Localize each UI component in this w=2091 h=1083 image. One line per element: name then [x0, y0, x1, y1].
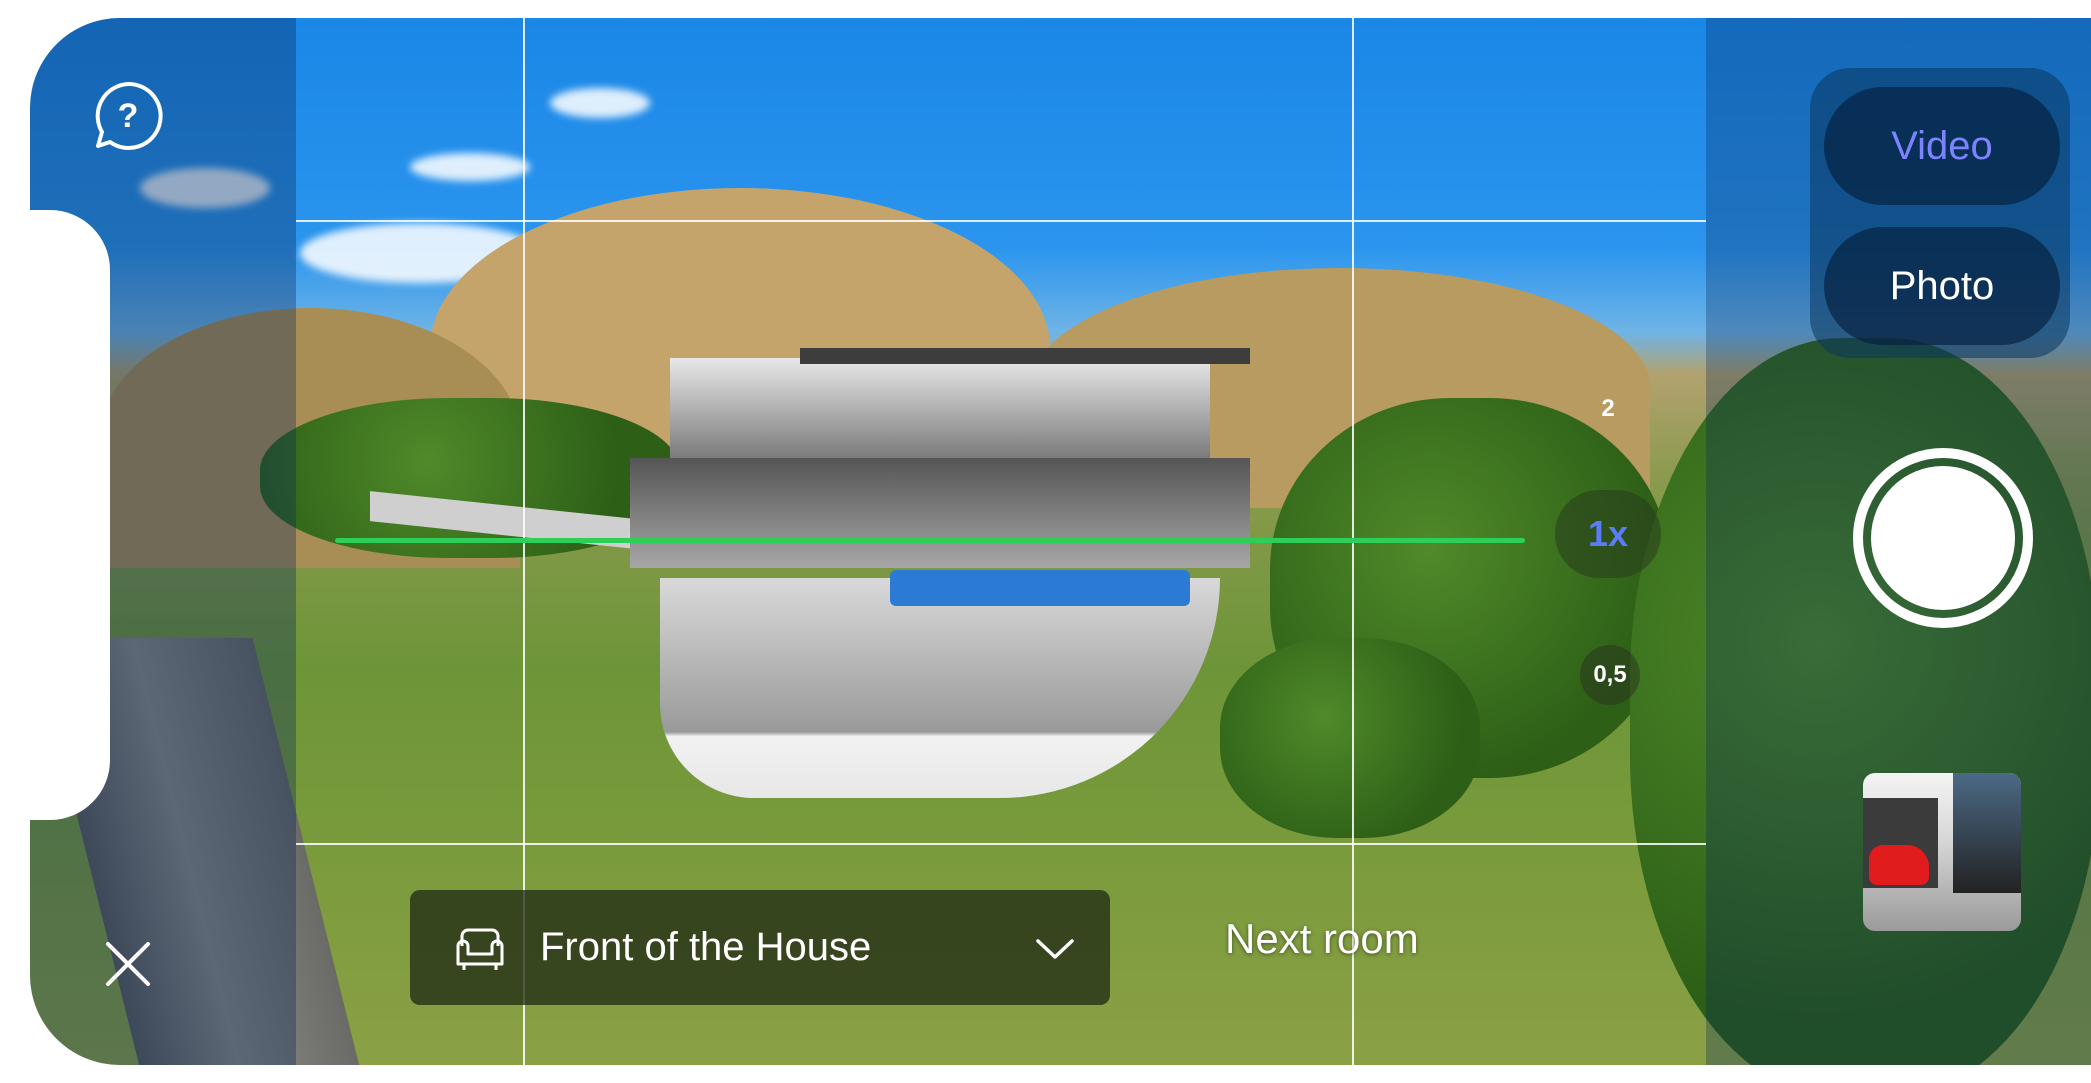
zoom-1x-button[interactable]: 1x: [1555, 490, 1661, 578]
grid-line-horizontal: [296, 843, 1706, 845]
thumbnail-window: [1953, 773, 2021, 893]
next-room-button[interactable]: Next room: [1225, 915, 1419, 963]
help-bubble-icon[interactable]: ?: [92, 80, 164, 152]
tree-cluster: [1220, 638, 1480, 838]
grid-line-horizontal: [296, 220, 1706, 222]
last-capture-thumbnail[interactable]: [1863, 773, 2021, 931]
thumbnail-car: [1869, 845, 1929, 885]
video-mode-button[interactable]: Video: [1824, 87, 2060, 205]
room-select-dropdown[interactable]: Front of the House: [410, 890, 1110, 1005]
cloud: [410, 153, 530, 181]
house-upper-level: [670, 358, 1210, 458]
house-lower-level: [660, 578, 1220, 798]
pool: [890, 570, 1190, 606]
sofa-icon: [450, 918, 510, 978]
room-select-value: Front of the House: [540, 925, 872, 969]
device-bezel-cutout: [0, 210, 110, 820]
shutter-inner: [1871, 466, 2015, 610]
photo-mode-button[interactable]: Photo: [1824, 227, 2060, 345]
zoom-2x-button[interactable]: 2: [1588, 395, 1628, 423]
zoom-05x-button[interactable]: 0,5: [1580, 645, 1640, 705]
close-icon[interactable]: [102, 938, 154, 990]
cloud: [550, 88, 650, 118]
house-middle-level: [630, 458, 1250, 568]
level-indicator: [335, 538, 1525, 543]
shutter-button[interactable]: [1853, 448, 2033, 628]
chevron-down-icon: [1030, 923, 1080, 973]
svg-text:?: ?: [118, 97, 139, 135]
house-roof: [800, 348, 1250, 364]
